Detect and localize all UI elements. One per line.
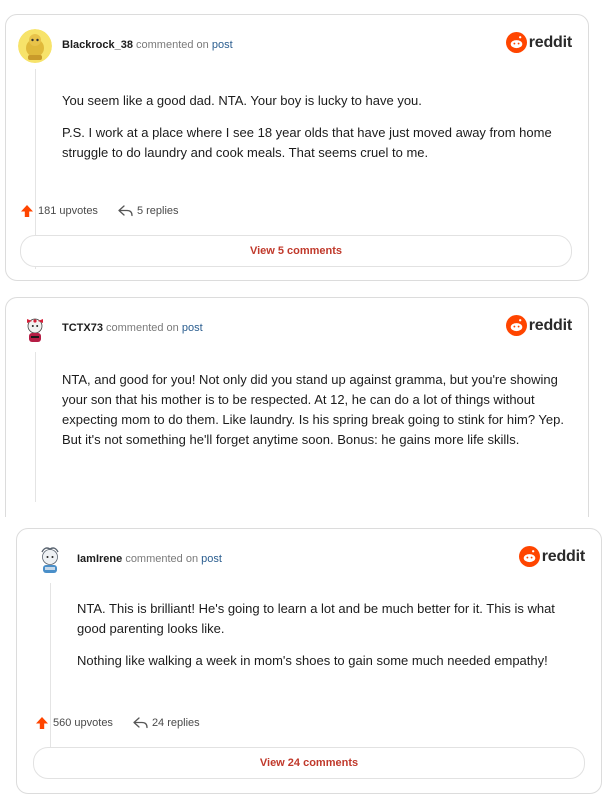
comment-paragraph: Nothing like walking a week in mom's sho…	[77, 653, 548, 668]
comment-action-text: commented on	[125, 553, 199, 565]
reddit-logo: reddit	[518, 546, 585, 567]
reddit-wordmark: reddit	[541, 547, 585, 565]
comment-action-text: commented on	[106, 322, 179, 334]
comment-header: TCTX73 commented on post	[62, 322, 203, 334]
comment-paragraph: You seem like a good dad. NTA. Your boy …	[62, 93, 422, 108]
comment-card: Blackrock_38 commented on post reddit Yo…	[5, 14, 589, 281]
post-link[interactable]: post	[212, 39, 233, 51]
upvote-arrow-icon	[36, 717, 48, 729]
avatar[interactable]	[18, 312, 52, 346]
reddit-logo: reddit	[505, 315, 572, 336]
upvote-arrow-icon	[21, 205, 33, 217]
thread-line	[50, 583, 51, 773]
yellow-snoo-icon	[18, 29, 52, 63]
replies-button[interactable]: 5 replies	[118, 205, 179, 217]
username[interactable]: TCTX73	[62, 322, 103, 334]
post-link[interactable]: post	[201, 553, 222, 565]
upvote-button[interactable]: 560 upvotes	[35, 716, 113, 730]
reply-count: 24 replies	[151, 717, 200, 729]
upvote-count: 560 upvotes	[53, 717, 113, 729]
reddit-snoo-icon	[505, 32, 527, 53]
comment-body: You seem like a good dad. NTA. Your boy …	[62, 91, 564, 175]
comment-actions: 181 upvotes 5 replies	[20, 204, 199, 218]
reddit-logo: reddit	[505, 32, 572, 53]
view-comments-button[interactable]: View 24 comments	[33, 747, 585, 779]
comment-card: TCTX73 commented on post reddit NTA, and…	[5, 297, 589, 517]
reply-arrow-icon	[118, 205, 133, 217]
upvote-count: 181 upvotes	[38, 205, 98, 217]
comment-header: IamIrene commented on post	[77, 553, 222, 565]
comment-paragraph: NTA. This is brilliant! He's going to le…	[77, 601, 555, 636]
gray-snoo-icon	[33, 543, 67, 577]
reddit-wordmark: reddit	[528, 33, 572, 51]
upvote-button[interactable]: 181 upvotes	[20, 204, 98, 218]
avatar[interactable]	[33, 543, 67, 577]
comment-body: NTA. This is brilliant! He's going to le…	[77, 599, 577, 683]
thread-line	[35, 352, 36, 502]
replies-button[interactable]: 24 replies	[133, 717, 200, 729]
comment-header: Blackrock_38 commented on post	[62, 39, 233, 51]
reply-arrow-icon	[133, 717, 148, 729]
comment-body: NTA, and good for you! Not only did you …	[62, 370, 564, 462]
post-link[interactable]: post	[182, 322, 203, 334]
avatar[interactable]	[18, 29, 52, 63]
comment-paragraph: NTA, and good for you! Not only did you …	[62, 372, 564, 447]
username[interactable]: Blackrock_38	[62, 39, 133, 51]
reply-count: 5 replies	[136, 205, 179, 217]
username[interactable]: IamIrene	[77, 553, 122, 565]
red-bow-snoo-icon	[18, 312, 52, 346]
reddit-snoo-icon	[518, 546, 540, 567]
comment-action-text: commented on	[136, 39, 209, 51]
reddit-snoo-icon	[505, 315, 527, 336]
reddit-wordmark: reddit	[528, 316, 572, 334]
view-comments-button[interactable]: View 5 comments	[20, 235, 572, 267]
comment-paragraph: P.S. I work at a place where I see 18 ye…	[62, 125, 552, 160]
comment-actions: 560 upvotes 24 replies	[35, 716, 220, 730]
comment-card: IamIrene commented on post reddit NTA. T…	[16, 528, 602, 794]
